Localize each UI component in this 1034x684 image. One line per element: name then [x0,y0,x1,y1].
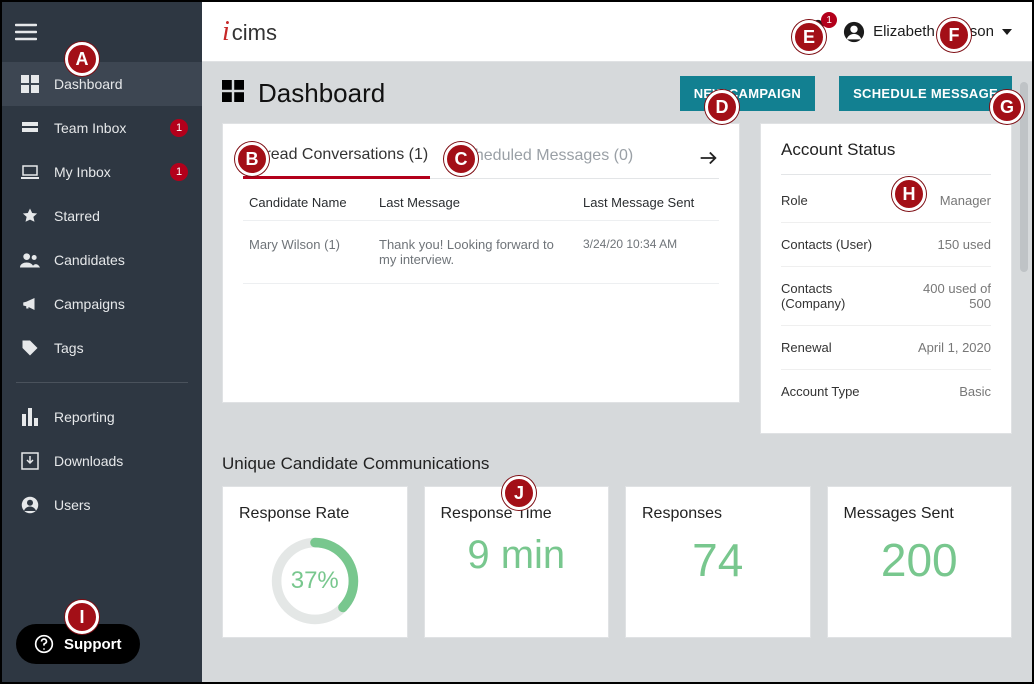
col-last-message: Last Message [379,195,563,210]
header: icims 1 Elizabeth Jackson [202,2,1032,62]
sidebar-item-label: Candidates [54,252,125,268]
metric-response-time: Response Time 9 min [424,486,610,638]
metric-messages-sent: Messages Sent 200 [827,486,1013,638]
support-button[interactable]: Support [16,624,140,664]
conversations-card: Unread Conversations (1) Scheduled Messa… [222,123,740,403]
avatar-icon [843,21,865,43]
metric-value: 74 [692,533,743,587]
sidebar: Dashboard Team Inbox 1 My Inbox 1 Starre… [2,2,202,682]
cell-candidate-name: Mary Wilson (1) [249,237,359,267]
sidebar-item-label: Users [54,497,91,513]
megaphone-icon [20,294,40,314]
col-last-message-sent: Last Message Sent [583,195,713,210]
sidebar-item-reporting[interactable]: Reporting [2,395,202,439]
badge-count: 1 [170,163,188,181]
sidebar-item-label: Reporting [54,409,115,425]
col-candidate-name: Candidate Name [249,195,359,210]
menu-toggle-icon[interactable] [2,23,50,41]
sidebar-item-label: Starred [54,208,100,224]
notifications-bell[interactable]: 1 [807,18,829,45]
brand-logo: icims [222,16,277,48]
inbox-stack-icon [20,118,40,138]
schedule-message-button[interactable]: SCHEDULE MESSAGE [839,76,1012,111]
metrics-section-title: Unique Candidate Communications [222,454,1012,474]
sidebar-item-label: Campaigns [54,296,125,312]
sidebar-item-downloads[interactable]: Downloads [2,439,202,483]
sidebar-divider [16,382,188,383]
caret-down-icon [1002,29,1012,35]
notifications-count: 1 [821,12,837,28]
tag-icon [20,338,40,358]
account-status-card: Account Status RoleManager Contacts (Use… [760,123,1012,434]
metric-value: 9 min [467,533,565,578]
sidebar-item-users[interactable]: Users [2,483,202,527]
sidebar-item-candidates[interactable]: Candidates [2,238,202,282]
page-title: Dashboard [258,78,385,109]
dashboard-icon [20,74,40,94]
sidebar-item-starred[interactable]: Starred [2,194,202,238]
account-row: Account TypeBasic [781,370,991,413]
bar-chart-icon [20,407,40,427]
user-name: Elizabeth Jackson [873,23,994,40]
tab-unread-conversations[interactable]: Unread Conversations (1) [243,142,430,179]
metric-responses: Responses 74 [625,486,811,638]
metric-value: 200 [881,533,958,587]
conversation-row[interactable]: Mary Wilson (1) Thank you! Looking forwa… [243,221,719,284]
account-status-title: Account Status [781,140,991,175]
sidebar-item-team-inbox[interactable]: Team Inbox 1 [2,106,202,150]
metric-response-rate: Response Rate 37% [222,486,408,638]
sidebar-item-campaigns[interactable]: Campaigns [2,282,202,326]
account-row: RoleManager [781,179,991,223]
tab-scheduled-messages[interactable]: Scheduled Messages (0) [454,143,635,177]
cell-last-sent: 3/24/20 10:34 AM [583,237,713,267]
metric-value: 37% [267,533,363,629]
sidebar-item-dashboard[interactable]: Dashboard [2,62,202,106]
user-menu[interactable]: Elizabeth Jackson [843,21,1012,43]
sidebar-item-label: Team Inbox [54,120,126,136]
sidebar-item-label: Downloads [54,453,123,469]
arrow-right-icon[interactable] [697,147,719,174]
sidebar-item-label: My Inbox [54,164,111,180]
sidebar-item-tags[interactable]: Tags [2,326,202,370]
cell-last-message: Thank you! Looking forward to my intervi… [379,237,563,267]
star-icon [20,206,40,226]
sidebar-item-label: Tags [54,340,84,356]
donut-chart: 37% [267,533,363,629]
badge-count: 1 [170,119,188,137]
account-row: Contacts (Company)400 used of 500 [781,267,991,326]
download-icon [20,451,40,471]
sidebar-item-my-inbox[interactable]: My Inbox 1 [2,150,202,194]
dashboard-icon [222,80,244,107]
account-row: Contacts (User)150 used [781,223,991,267]
new-campaign-button[interactable]: NEW CAMPAIGN [680,76,815,111]
account-row: RenewalApril 1, 2020 [781,326,991,370]
user-circle-icon [20,495,40,515]
people-icon [20,250,40,270]
support-label: Support [64,636,122,653]
laptop-icon [20,162,40,182]
sidebar-item-label: Dashboard [54,76,123,92]
scrollbar[interactable] [1020,82,1028,272]
